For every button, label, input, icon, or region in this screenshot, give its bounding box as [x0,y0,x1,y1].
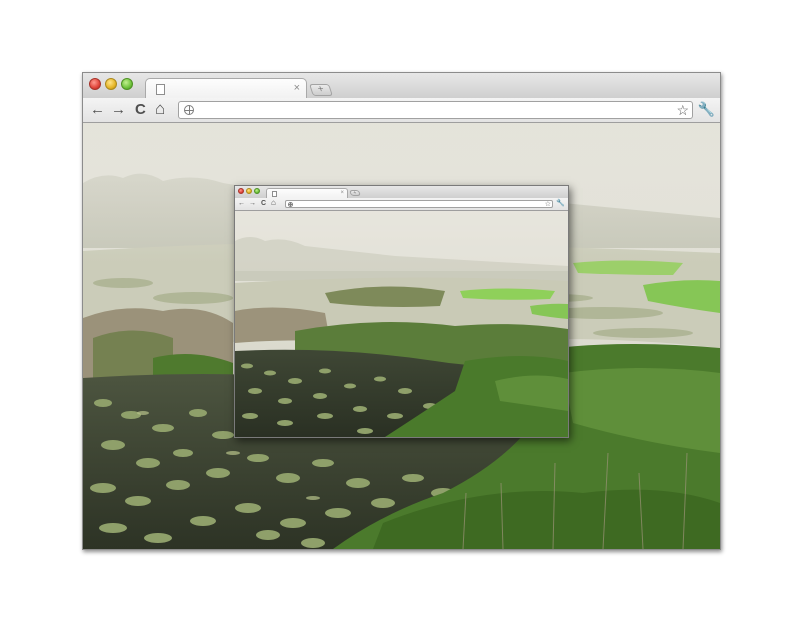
close-window-icon[interactable] [89,78,101,90]
nested-browser-window: × + ← → C ⌂ ☆ 🔧 [234,185,569,438]
nested-home-icon[interactable]: ⌂ [271,199,276,207]
globe-icon [184,105,194,115]
nested-new-tab-button[interactable]: + [349,190,361,196]
page-icon [156,84,165,95]
forward-arrow-icon[interactable]: → [111,102,126,117]
minimize-window-icon[interactable] [105,78,117,90]
nested-swamp-photo [235,211,568,437]
nested-minimize-window-icon[interactable] [246,188,252,194]
window-controls [89,78,133,90]
nested-window-controls [238,188,260,194]
tab-strip: × + [83,73,720,99]
reload-icon[interactable]: C [135,102,146,117]
nested-address-bar[interactable]: ☆ [285,200,553,208]
browser-toolbar: ← → C ⌂ ☆ 🔧 [83,98,720,123]
nested-tab-strip: × + [235,186,568,199]
nested-tab-close-icon[interactable]: × [340,190,344,196]
nested-forward-arrow-icon[interactable]: → [249,200,256,207]
nested-close-window-icon[interactable] [238,188,244,194]
new-tab-button[interactable]: + [309,84,333,96]
nested-page-icon [272,191,277,197]
back-arrow-icon[interactable]: ← [90,102,105,117]
bookmark-star-icon[interactable]: ☆ [676,103,689,117]
nested-bookmark-star-icon[interactable]: ☆ [545,201,551,208]
browser-tab[interactable]: × [145,78,307,99]
zoom-window-icon[interactable] [121,78,133,90]
tab-close-icon[interactable]: × [294,83,300,94]
home-icon[interactable]: ⌂ [155,100,165,117]
nested-reload-icon[interactable]: C [261,200,266,207]
nested-browser-toolbar: ← → C ⌂ ☆ 🔧 [235,198,568,211]
nested-page-content-viewport [235,211,568,437]
nested-globe-icon [288,202,293,207]
wrench-icon[interactable]: 🔧 [698,102,715,116]
address-bar[interactable]: ☆ [178,101,693,119]
nested-back-arrow-icon[interactable]: ← [238,200,245,207]
nested-zoom-window-icon[interactable] [254,188,260,194]
nested-wrench-icon[interactable]: 🔧 [556,200,565,207]
